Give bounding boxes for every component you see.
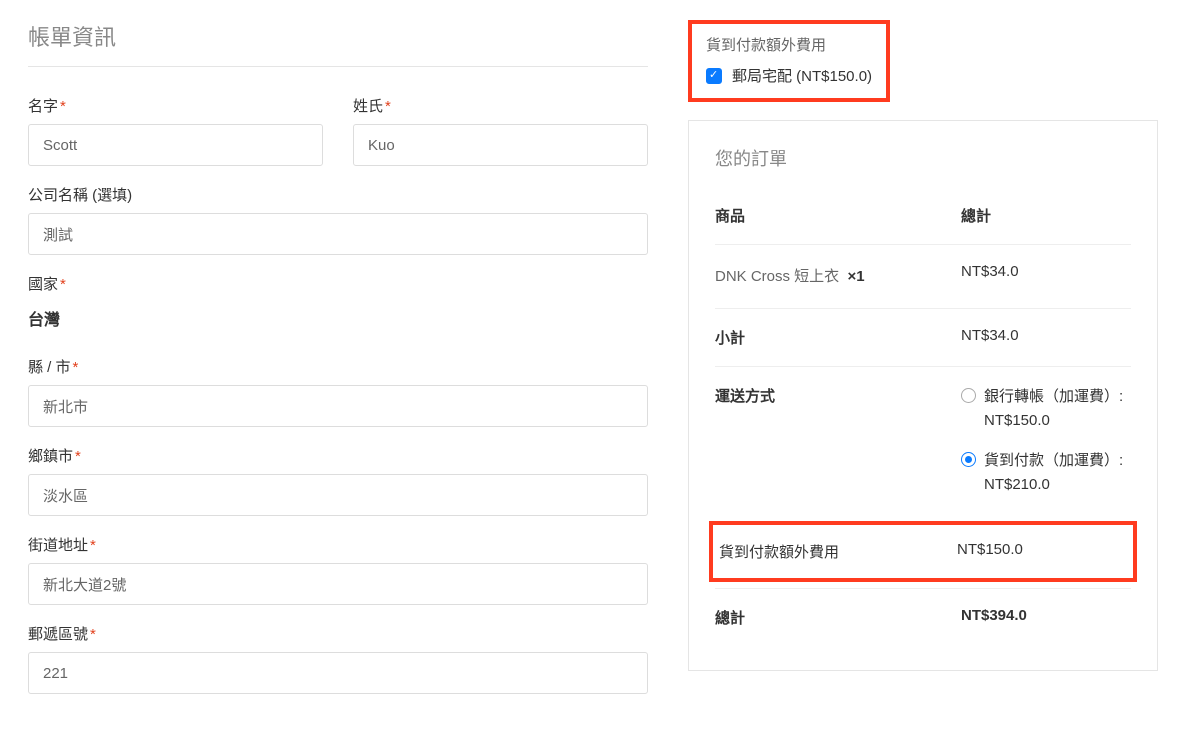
last-name-input[interactable]: [353, 124, 648, 166]
subtotal-label: 小計: [715, 327, 961, 348]
header-total: 總計: [961, 205, 1131, 226]
subtotal-value: NT$34.0: [961, 327, 1131, 348]
postcode-input[interactable]: [28, 652, 648, 694]
radio-checked-icon[interactable]: [961, 452, 976, 467]
cod-extra-fee-box: 貨到付款額外費用 郵局宅配 (NT$150.0): [688, 20, 890, 102]
state-input[interactable]: [28, 385, 648, 427]
cod-fee-value: NT$150.0: [957, 541, 1127, 562]
city-label: 鄉鎮市*: [28, 445, 648, 466]
cod-option-checkbox[interactable]: [706, 68, 722, 84]
state-label: 縣 / 市*: [28, 356, 648, 377]
cod-fee-row: 貨到付款額外費用 NT$150.0: [709, 521, 1137, 582]
order-item-price: NT$34.0: [961, 263, 1131, 290]
total-row: 總計 NT$394.0: [715, 588, 1131, 646]
order-summary-panel: 您的訂單 商品 總計 DNK Cross 短上衣 ×1 NT$34.0 小計 N…: [688, 120, 1158, 671]
order-title: 您的訂單: [715, 145, 1131, 185]
country-label: 國家*: [28, 273, 648, 294]
order-header-row: 商品 總計: [715, 195, 1131, 244]
first-name-label: 名字*: [28, 95, 323, 116]
postcode-label: 郵遞區號*: [28, 623, 648, 644]
first-name-input[interactable]: [28, 124, 323, 166]
cod-fee-label: 貨到付款額外費用: [719, 541, 957, 562]
company-label: 公司名稱 (選填): [28, 184, 648, 205]
shipping-label: 運送方式: [715, 385, 961, 497]
total-label: 總計: [715, 607, 961, 628]
order-item-row: DNK Cross 短上衣 ×1 NT$34.0: [715, 244, 1131, 308]
shipping-option-cod[interactable]: 貨到付款（加運費）: NT$210.0: [961, 449, 1131, 497]
subtotal-row: 小計 NT$34.0: [715, 308, 1131, 366]
street-input[interactable]: [28, 563, 648, 605]
billing-title: 帳單資訊: [28, 20, 648, 67]
street-label: 街道地址*: [28, 534, 648, 555]
header-product: 商品: [715, 205, 961, 226]
total-value: NT$394.0: [961, 607, 1131, 628]
shipping-option-bank[interactable]: 銀行轉帳（加運費）: NT$150.0: [961, 385, 1131, 433]
cod-extra-title: 貨到付款額外費用: [706, 34, 872, 55]
radio-unchecked-icon[interactable]: [961, 388, 976, 403]
country-value: 台灣: [28, 302, 648, 338]
billing-form: 帳單資訊 名字* 姓氏* 公司名稱 (選填) 國家* 台灣: [28, 20, 648, 712]
shipping-row: 運送方式 銀行轉帳（加運費）: NT$150.0: [715, 366, 1131, 515]
order-item-name: DNK Cross 短上衣 ×1: [715, 263, 961, 290]
cod-option-label: 郵局宅配 (NT$150.0): [732, 65, 872, 86]
last-name-label: 姓氏*: [353, 95, 648, 116]
company-input[interactable]: [28, 213, 648, 255]
city-input[interactable]: [28, 474, 648, 516]
